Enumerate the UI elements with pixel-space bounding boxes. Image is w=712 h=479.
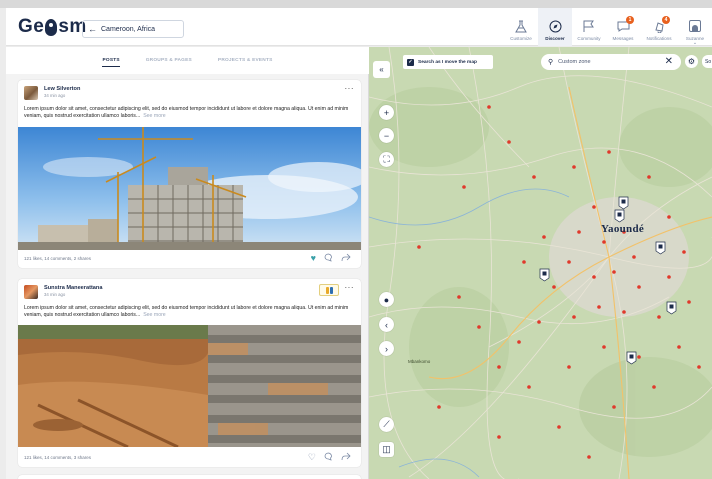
post-stats: 121 likes, 14 comments, 2 shares	[24, 256, 92, 261]
messages-badge: 1	[626, 16, 634, 24]
nav-notifications[interactable]: 4 Notifications	[640, 8, 678, 46]
chevron-left-icon[interactable]: ‹	[379, 317, 394, 332]
map-canvas	[369, 47, 712, 479]
avatar[interactable]	[24, 86, 38, 100]
post-card: Sunstra Maneerattana 34 min ago ··· Lore…	[18, 279, 361, 467]
nav-customize[interactable]: Customize	[504, 8, 538, 46]
heart-icon[interactable]: ♡	[308, 452, 316, 463]
comment-icon[interactable]	[324, 253, 333, 264]
tab-groups-pages[interactable]: GROUPS & PAGES	[146, 58, 192, 74]
tab-posts[interactable]: POSTS	[102, 58, 119, 74]
draw-tool-icon[interactable]: ⟋	[379, 417, 394, 432]
feed-tabs: POSTS GROUPS & PAGES PROJECTS & EVENTS	[6, 47, 369, 74]
search-icon: ⚲	[548, 59, 554, 66]
zoom-in-button[interactable]: +	[379, 105, 394, 120]
post-card: Lew Silverton 34 min ago ··· Lorem ipsum…	[18, 80, 361, 268]
nav-community[interactable]: Community	[572, 8, 606, 46]
search-as-move-label: Search as I move the map	[418, 59, 477, 65]
search-as-move-toggle[interactable]: ✓ Search as I move the map	[403, 55, 493, 69]
feed-panel: POSTS GROUPS & PAGES PROJECTS & EVENTS L…	[6, 47, 369, 479]
nav-community-label: Community	[577, 36, 601, 41]
town-label: Mbankomo	[408, 359, 431, 364]
post-text: Lorem ipsum dolor sit amet, consectetur …	[24, 106, 354, 119]
sort-label: So	[705, 58, 712, 65]
zoom-out-button[interactable]: −	[379, 128, 394, 143]
logo-pin-icon	[45, 18, 58, 36]
map-view[interactable]: Yaoundé Mbankomo « ✓ Search as I move th…	[369, 47, 712, 479]
see-more-link[interactable]: See more	[143, 312, 166, 318]
collapse-panel-button[interactable]: «	[373, 61, 390, 78]
nav-discover-label: Discover	[545, 36, 565, 41]
sort-button[interactable]: So	[702, 55, 712, 68]
avatar[interactable]	[24, 285, 38, 299]
share-icon[interactable]	[341, 253, 351, 264]
zone-search-text: Custom zone	[558, 59, 591, 65]
checkbox-checked-icon[interactable]: ✓	[407, 58, 414, 66]
heart-icon[interactable]: ♥	[311, 253, 316, 264]
app-header: Ge sm ← Cameroon, Africa Customize Disco…	[6, 8, 712, 46]
geosm-logo[interactable]: Ge sm	[18, 16, 87, 38]
nav-messages[interactable]: 1 Messages	[606, 8, 640, 46]
tab-projects-events[interactable]: PROJECTS & EVENTS	[218, 58, 273, 74]
nav-discover[interactable]: Discover	[538, 8, 572, 46]
more-options-icon[interactable]: ···	[345, 283, 355, 292]
post-time: 34 min ago	[44, 93, 66, 98]
more-options-icon[interactable]: ···	[345, 84, 355, 93]
zone-search-input[interactable]: ⚲ Custom zone ✕	[541, 54, 681, 70]
avatar-icon	[688, 19, 702, 33]
post-card	[18, 475, 361, 479]
fullscreen-icon[interactable]: ⛶	[379, 152, 394, 167]
post-author[interactable]: Lew Silverton	[44, 86, 80, 92]
chat-icon: 1	[616, 16, 634, 33]
main-nav: Customize Discover Community 1 Messages …	[504, 8, 712, 46]
customize-icon	[514, 19, 528, 33]
post-stats: 121 likes, 14 comments, 3 shares	[24, 455, 92, 460]
post-actions: ♡	[308, 452, 351, 463]
location-pin-icon[interactable]: ●	[379, 292, 394, 307]
city-label: Yaoundé	[601, 223, 645, 235]
share-icon[interactable]	[341, 452, 351, 463]
nav-messages-label: Messages	[612, 36, 634, 41]
chevron-down-icon: ⌄	[692, 40, 698, 46]
post-actions: ♥	[311, 253, 351, 264]
top-strip	[0, 0, 712, 8]
chevron-right-icon[interactable]: ›	[379, 341, 394, 356]
post-image[interactable]	[18, 325, 361, 447]
post-time: 34 min ago	[44, 292, 66, 297]
layers-panel-icon[interactable]: ◫	[379, 442, 394, 457]
post-body: Lorem ipsum dolor sit amet, consectetur …	[24, 305, 349, 318]
compass-icon	[548, 19, 562, 33]
see-more-link[interactable]: See more	[143, 113, 166, 119]
nav-notifications-label: Notifications	[646, 36, 672, 41]
nav-customize-label: Customize	[510, 36, 532, 41]
flag-icon	[582, 19, 596, 33]
bell-icon: 4	[652, 16, 670, 33]
nav-profile[interactable]: Suzanne ⌄	[678, 8, 712, 46]
post-author[interactable]: Sunstra Maneerattana	[44, 285, 102, 291]
post-text: Lorem ipsum dolor sit amet, consectetur …	[24, 305, 354, 318]
arrow-left-icon: ←	[88, 24, 97, 34]
location-selector[interactable]: ← Cameroon, Africa	[82, 20, 184, 38]
post-image[interactable]	[18, 127, 361, 250]
notifications-badge: 4	[662, 16, 670, 24]
post-body: Lorem ipsum dolor sit amet, consectetur …	[24, 106, 349, 119]
close-icon[interactable]: ✕	[665, 56, 673, 67]
location-label: Cameroon, Africa	[101, 25, 156, 33]
gear-icon[interactable]: ⚙	[685, 55, 698, 68]
logo-text-left: Ge	[18, 16, 45, 37]
comment-icon[interactable]	[324, 452, 333, 463]
group-tag-icon[interactable]	[319, 284, 339, 296]
